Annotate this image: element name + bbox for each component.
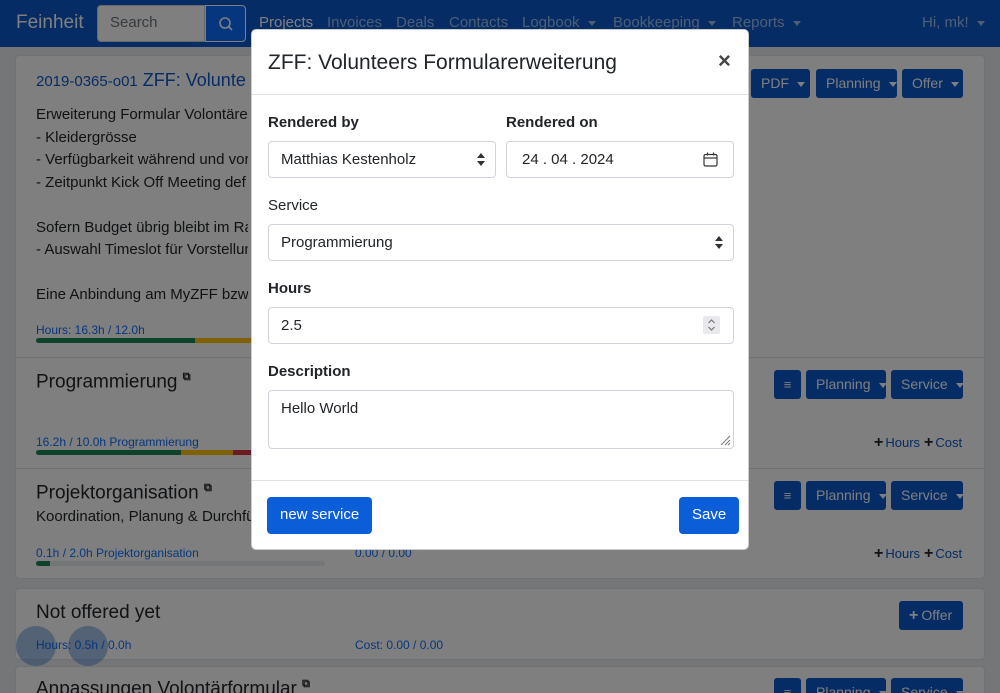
spinner-arrows-icon [708, 319, 715, 331]
calendar-icon[interactable] [703, 152, 718, 167]
number-spinner[interactable] [703, 316, 720, 334]
rendered-on-value: 24 . 04 . 2024 [522, 151, 614, 168]
rendered-by-select[interactable]: Matthias Kestenholz [268, 141, 496, 178]
select-arrows-icon [715, 236, 723, 250]
rendered-by-value: Matthias Kestenholz [281, 151, 417, 168]
description-label: Description [268, 363, 351, 380]
resize-handle-icon[interactable] [719, 434, 731, 446]
hours-input[interactable]: 2.5 [268, 307, 734, 344]
rendered-on-date[interactable]: 24 . 04 . 2024 [506, 141, 734, 178]
close-icon[interactable]: × [718, 48, 731, 74]
service-modal: ZFF: Volunteers Formularerweiterung × Re… [251, 29, 749, 550]
description-value: Hello World [281, 400, 359, 417]
new-service-button[interactable]: new service [267, 497, 373, 534]
hours-label: Hours [268, 280, 312, 297]
modal-title: ZFF: Volunteers Formularerweiterung [268, 51, 617, 74]
service-select[interactable]: Programmierung [268, 224, 734, 261]
save-button[interactable]: Save [679, 497, 740, 534]
rendered-on-label: Rendered on [506, 114, 598, 131]
description-textarea[interactable]: Hello World [268, 390, 734, 449]
rendered-by-label: Rendered by [268, 114, 359, 131]
modal-footer: new service Save [252, 480, 748, 550]
service-label: Service [268, 197, 319, 214]
modal-header: ZFF: Volunteers Formularerweiterung × [252, 30, 748, 95]
select-arrows-icon [477, 153, 485, 167]
service-value: Programmierung [281, 234, 393, 251]
hours-value: 2.5 [281, 317, 302, 334]
